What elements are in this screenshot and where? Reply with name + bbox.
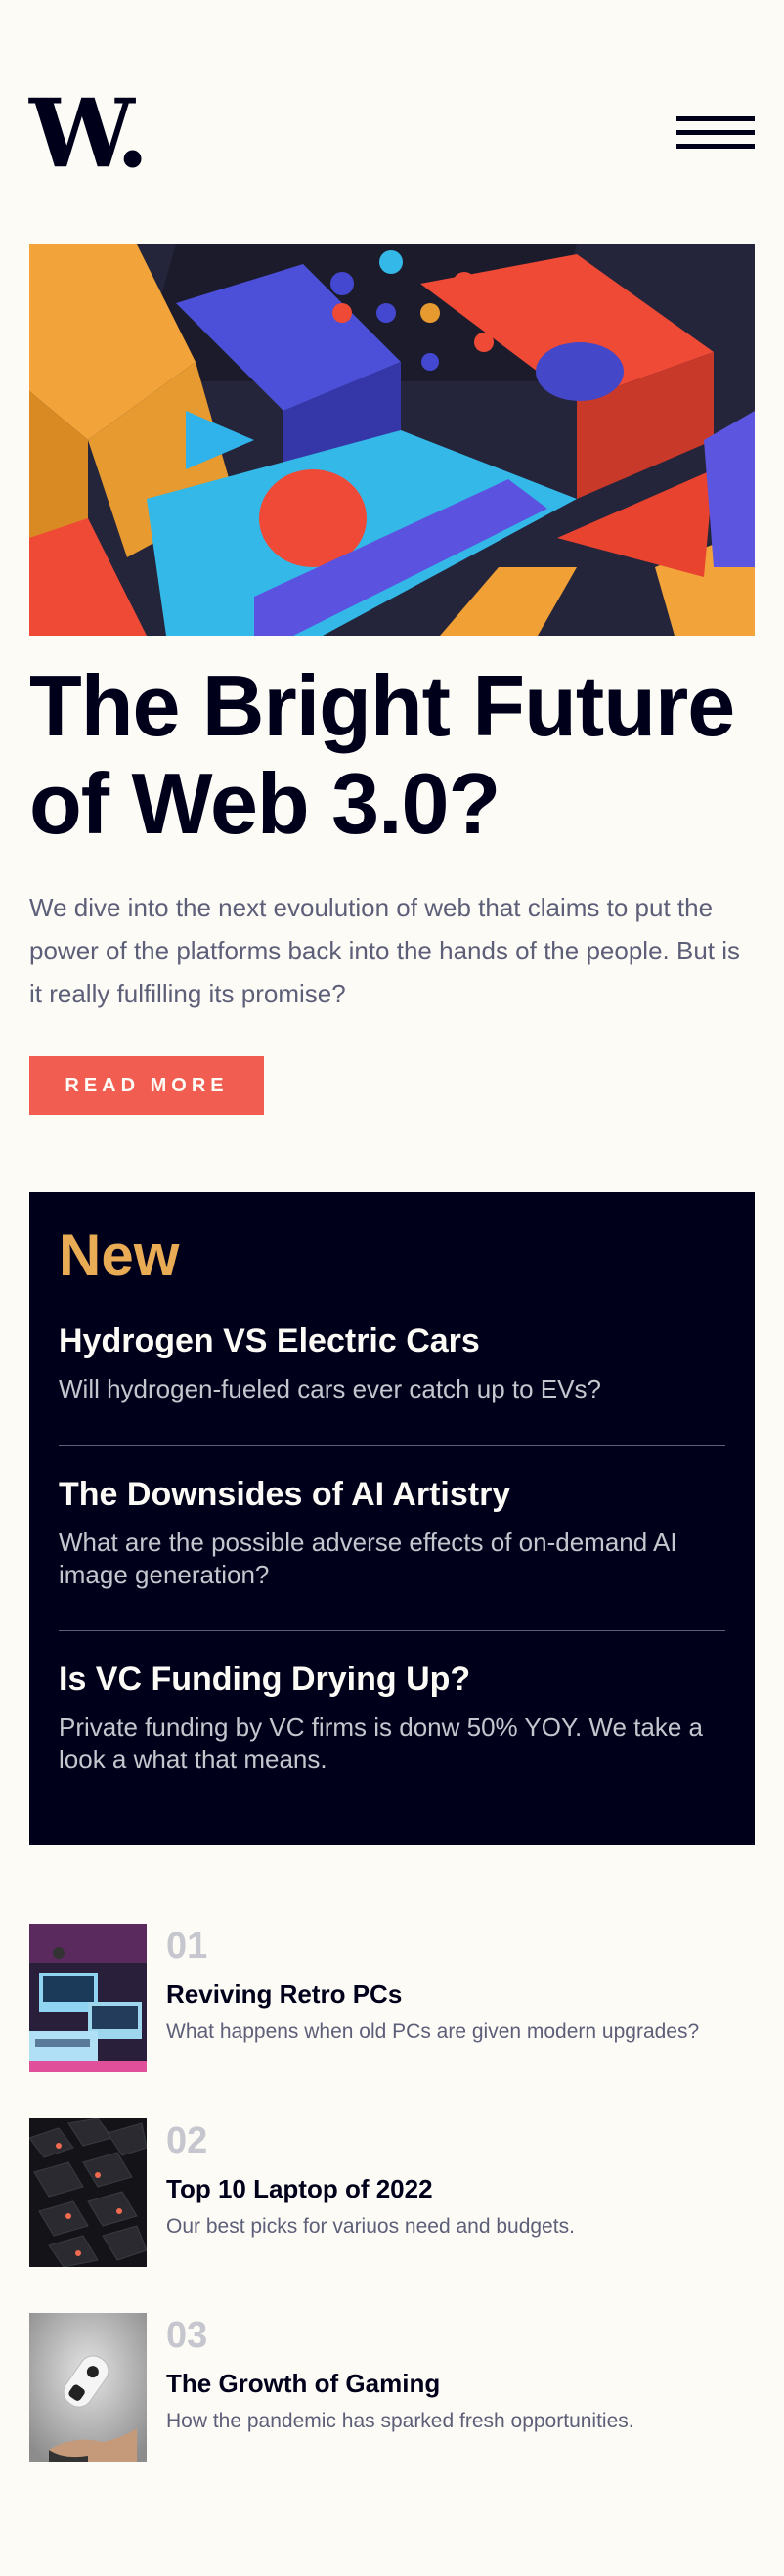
new-item[interactable]: The Downsides of AI Artistry What are th…	[59, 1473, 725, 1591]
menu-line	[676, 116, 755, 121]
hero-title-line2: of Web 3.0?	[29, 755, 501, 852]
laptop-keyboard-thumbnail[interactable]	[29, 2118, 147, 2267]
new-item[interactable]: Hydrogen VS Electric Cars Will hydrogen-…	[59, 1319, 725, 1405]
site-logo[interactable]: W.	[29, 87, 149, 181]
article-desc: How the pandemic has sparked fresh oppor…	[166, 2410, 634, 2432]
retro-pcs-thumbnail[interactable]	[29, 1924, 147, 2072]
menu-line	[676, 130, 755, 135]
gaming-controller-thumbnail[interactable]	[29, 2313, 147, 2462]
article-number: 02	[166, 2120, 208, 2161]
article-title[interactable]: The Growth of Gaming	[166, 2367, 440, 2400]
hero-image	[29, 244, 755, 636]
new-item-title[interactable]: Hydrogen VS Electric Cars	[59, 1319, 725, 1362]
new-item-title[interactable]: Is VC Funding Drying Up?	[59, 1658, 725, 1701]
divider	[59, 1445, 725, 1446]
new-item-desc: Private funding by VC firms is donw 50% …	[59, 1712, 703, 1774]
new-item[interactable]: Is VC Funding Drying Up? Private funding…	[59, 1658, 725, 1776]
hero-description: We dive into the next evoulution of web …	[29, 893, 740, 1008]
new-articles-panel: New Hydrogen VS Electric Cars Will hydro…	[29, 1192, 755, 1845]
list-item[interactable]: 03 The Growth of Gaming How the pandemic…	[29, 2313, 755, 2462]
article-desc: What happens when old PCs are given mode…	[166, 2021, 700, 2043]
hero-title: The Bright Future of Web 3.0?	[29, 657, 755, 853]
article-title[interactable]: Reviving Retro PCs	[166, 1977, 402, 2011]
article-desc: Our best picks for variuos need and budg…	[166, 2215, 575, 2238]
article-title[interactable]: Top 10 Laptop of 2022	[166, 2172, 433, 2205]
hero-title-line1: The Bright Future	[29, 657, 735, 754]
site-header: W.	[29, 87, 755, 181]
article-number: 01	[166, 1926, 208, 1967]
new-item-desc: Will hydrogen-fueled cars ever catch up …	[59, 1374, 601, 1403]
article-number: 03	[166, 2315, 208, 2356]
read-more-button[interactable]: READ MORE	[29, 1056, 264, 1115]
menu-line	[676, 144, 755, 149]
list-item[interactable]: 01 Reviving Retro PCs What happens when …	[29, 1924, 755, 2072]
new-item-title[interactable]: The Downsides of AI Artistry	[59, 1473, 725, 1516]
hamburger-menu-icon[interactable]	[676, 116, 755, 150]
new-item-desc: What are the possible adverse effects of…	[59, 1528, 677, 1589]
list-item[interactable]: 02 Top 10 Laptop of 2022 Our best picks …	[29, 2118, 755, 2267]
new-section-title: New	[59, 1222, 180, 1288]
divider	[59, 1630, 725, 1631]
